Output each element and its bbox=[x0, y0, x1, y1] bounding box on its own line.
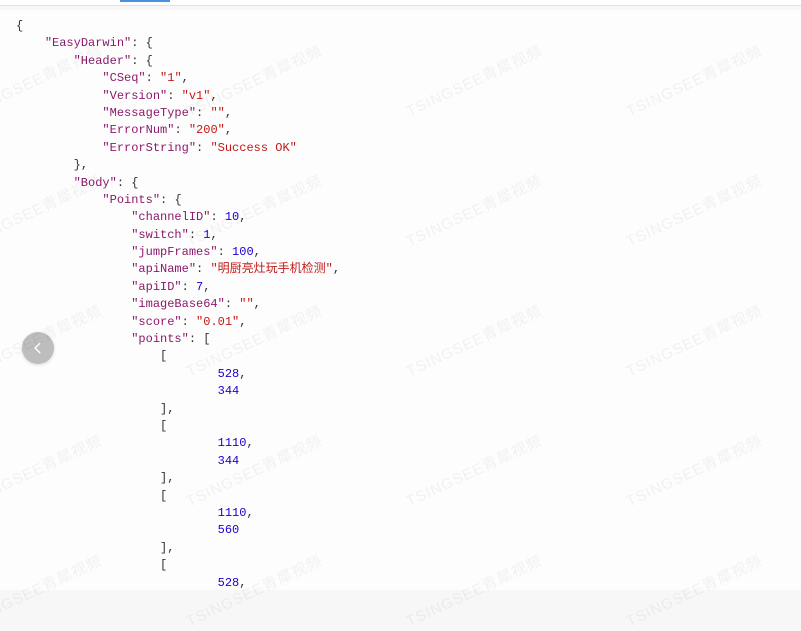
top-bar bbox=[0, 0, 801, 6]
active-tab-indicator bbox=[120, 0, 170, 2]
back-button[interactable] bbox=[22, 332, 54, 364]
chevron-left-icon bbox=[31, 341, 45, 355]
json-code-viewer[interactable]: { "EasyDarwin": { "Header": { "CSeq": "1… bbox=[0, 10, 801, 590]
